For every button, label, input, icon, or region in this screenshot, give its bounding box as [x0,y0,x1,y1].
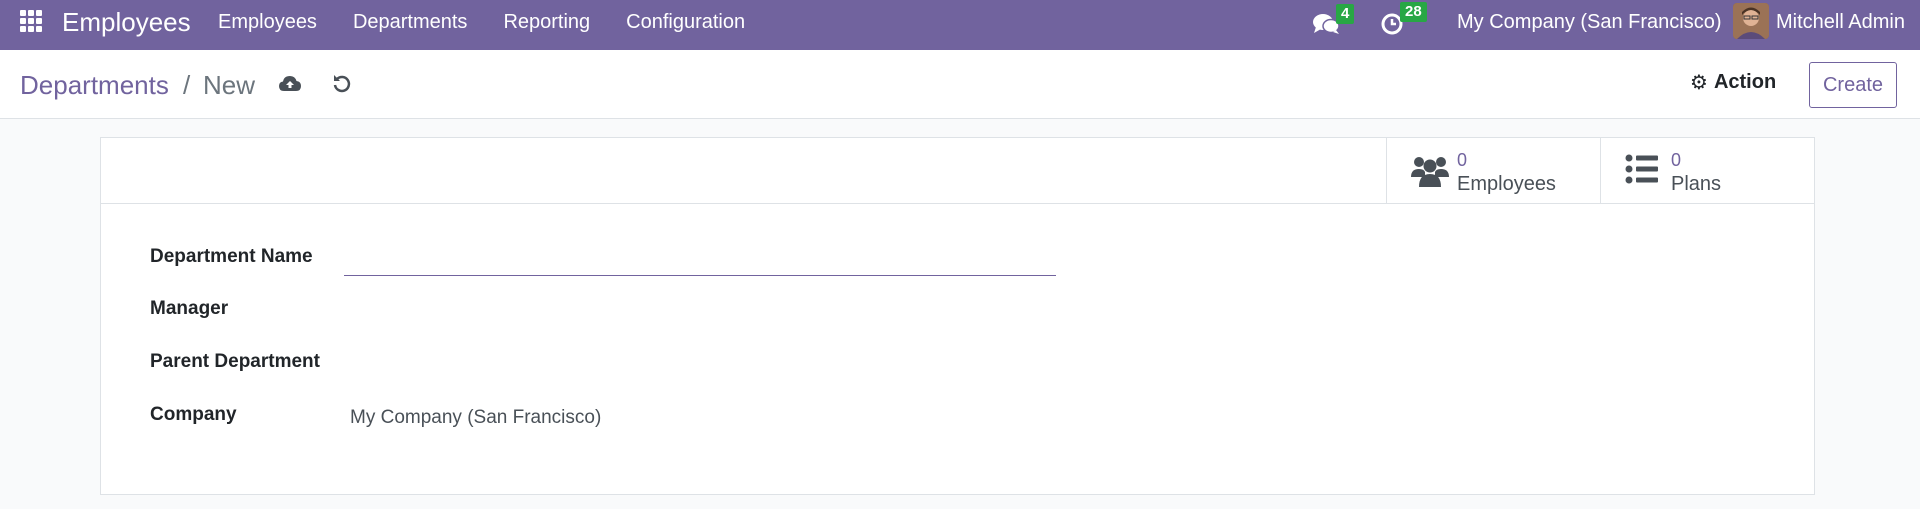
save-button[interactable] [278,74,302,94]
messages-count-badge: 4 [1336,4,1355,24]
gear-icon: ⚙ [1690,72,1708,94]
discard-button[interactable] [331,73,353,95]
menu-item-departments[interactable]: Departments [353,11,468,34]
menu-item-reporting[interactable]: Reporting [503,11,590,34]
manager-input[interactable] [344,292,1056,324]
parent-department-input[interactable] [344,345,1056,377]
user-menu[interactable]: Mitchell Admin [1776,11,1905,34]
cloud-upload-icon [279,76,301,91]
avatar[interactable] [1733,3,1769,39]
department-name-input[interactable] [344,242,1056,276]
menu-item-configuration[interactable]: Configuration [626,11,745,34]
menu-item-employees[interactable]: Employees [218,11,317,34]
plans-stat-button[interactable]: 0 Plans [1600,138,1814,203]
apps-grid-icon[interactable] [20,10,42,32]
list-icon [1625,154,1658,184]
activities-count-badge: 28 [1400,2,1427,22]
breadcrumb-departments[interactable]: Departments [20,70,169,101]
company-field[interactable]: My Company (San Francisco) [350,407,601,429]
breadcrumb-separator: / [183,70,191,100]
app-title[interactable]: Employees [62,7,191,38]
company-switcher[interactable]: My Company (San Francisco) [1457,11,1722,34]
top-navbar: Employees Employees Departments Reportin… [0,0,1920,50]
plans-label: Plans [1671,173,1722,195]
main-menu: Employees Departments Reporting Configur… [218,11,781,34]
messages-button[interactable]: 4 [1312,4,1355,38]
employees-label: Employees [1457,173,1556,195]
manager-label: Manager [150,298,229,319]
users-icon [1411,157,1449,187]
employees-count: 0 [1457,150,1468,170]
parent-department-label: Parent Department [150,351,320,372]
undo-icon [333,75,351,93]
control-panel: Departments / New ⚙ Action Create [0,50,1920,119]
plans-count: 0 [1671,150,1682,170]
create-button[interactable]: Create [1809,62,1897,108]
action-label: Action [1713,71,1777,93]
department-name-label: Department Name [150,246,313,267]
smart-button-box: 0 Employees 0 Plans [101,138,1814,204]
action-menu-button[interactable]: ⚙ Action [1690,70,1776,95]
breadcrumb-current: New [203,70,256,100]
company-label: Company [150,404,237,425]
employees-stat-button[interactable]: 0 Employees [1386,138,1600,203]
activities-button[interactable]: 28 [1380,2,1427,38]
form-sheet: 0 Employees 0 Plans Department Name Mana… [100,137,1815,495]
